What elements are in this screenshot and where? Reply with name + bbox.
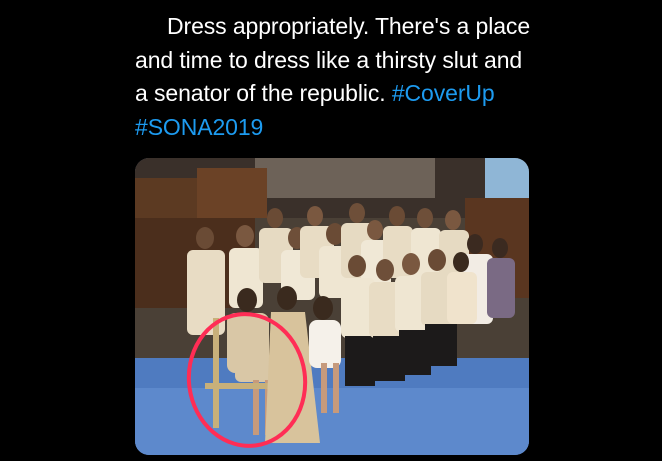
tweet-body: Dress appropriately. There's a place and… bbox=[135, 10, 555, 144]
gallery-area bbox=[255, 158, 435, 198]
tweet-line-3: a senator of the republic. #CoverUp bbox=[135, 80, 495, 106]
tweet-line-2: and time to dress like a thirsty slut an… bbox=[135, 46, 523, 73]
hashtag-sona2019-link[interactable]: #SONA2019 bbox=[135, 114, 263, 140]
tweet-view: Dress appropriately. There's a place and… bbox=[0, 0, 662, 461]
tweet-line-1: Dress appropriately. There's a place bbox=[167, 13, 531, 39]
tweet-photo[interactable] bbox=[135, 158, 529, 455]
podium bbox=[197, 168, 267, 218]
group-photo-illustration bbox=[135, 158, 529, 455]
hashtag-coverup-link[interactable]: #CoverUp bbox=[392, 80, 495, 106]
carpet-front bbox=[135, 388, 529, 455]
window-light bbox=[485, 158, 529, 198]
tweet-line-4: #SONA2019 bbox=[135, 111, 555, 145]
